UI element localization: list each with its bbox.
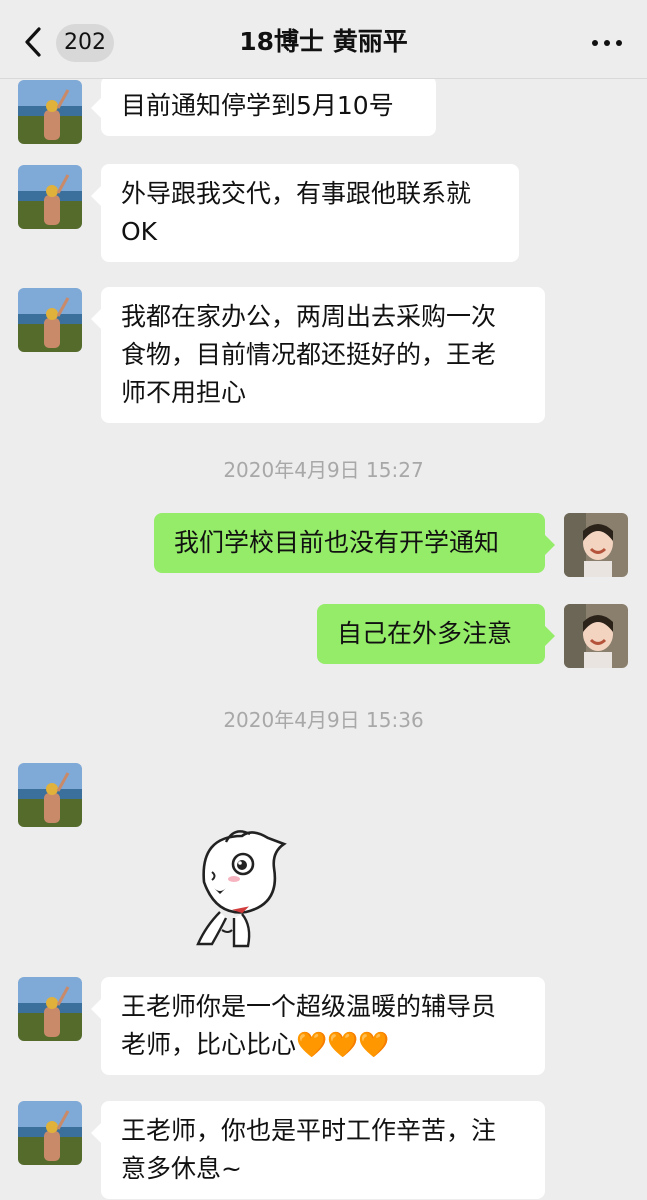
message-bubble-outgoing[interactable]: 自己在外多注意 <box>317 604 555 664</box>
message-list[interactable]: 目前通知停学到5月10号 外导跟我交代，有事跟他联系就 OK 我都在家办公，两周… <box>0 79 647 1200</box>
timestamp: 2020年4月9日 15:36 <box>223 708 424 732</box>
more-button[interactable] <box>585 26 629 60</box>
white-kitten-sticker[interactable] <box>176 822 294 952</box>
message-bubble-outgoing[interactable]: 我们学校目前也没有开学通知 <box>154 513 555 573</box>
message-bubble[interactable]: 外导跟我交代，有事跟他联系就 OK <box>91 164 519 262</box>
self-avatar-image <box>564 513 628 577</box>
avatar-self[interactable] <box>564 513 628 577</box>
message-bubble[interactable]: 我都在家办公，两周出去采购一次 食物，目前情况都还挺好的，王老 师不用担心 <box>91 287 545 423</box>
avatar-self[interactable] <box>564 604 628 668</box>
contact-avatar-image <box>18 977 82 1041</box>
avatar[interactable] <box>18 977 82 1041</box>
contact-avatar-image <box>18 1101 82 1165</box>
contact-avatar-image <box>18 288 82 352</box>
contact-avatar-image <box>18 165 82 229</box>
avatar[interactable] <box>18 763 82 827</box>
message-bubble[interactable]: 目前通知停学到5月10号 <box>91 79 436 136</box>
chat-header: 202 18博士 黄丽平 <box>0 0 647 79</box>
avatar[interactable] <box>18 165 82 229</box>
avatar[interactable] <box>18 80 82 144</box>
message-bubble[interactable]: 王老师，你也是平时工作辛苦，注 意多休息~ <box>91 1101 545 1199</box>
contact-avatar-image <box>18 80 82 144</box>
more-dots-icon <box>589 40 625 46</box>
chat-title: 18博士 黄丽平 <box>239 27 408 56</box>
timestamp: 2020年4月9日 15:27 <box>223 458 424 482</box>
avatar[interactable] <box>18 288 82 352</box>
avatar[interactable] <box>18 1101 82 1165</box>
message-bubble[interactable]: 王老师你是一个超级温暖的辅导员 老师，比心比心🧡🧡🧡 <box>91 977 545 1075</box>
self-avatar-image <box>564 604 628 668</box>
contact-avatar-image <box>18 763 82 827</box>
